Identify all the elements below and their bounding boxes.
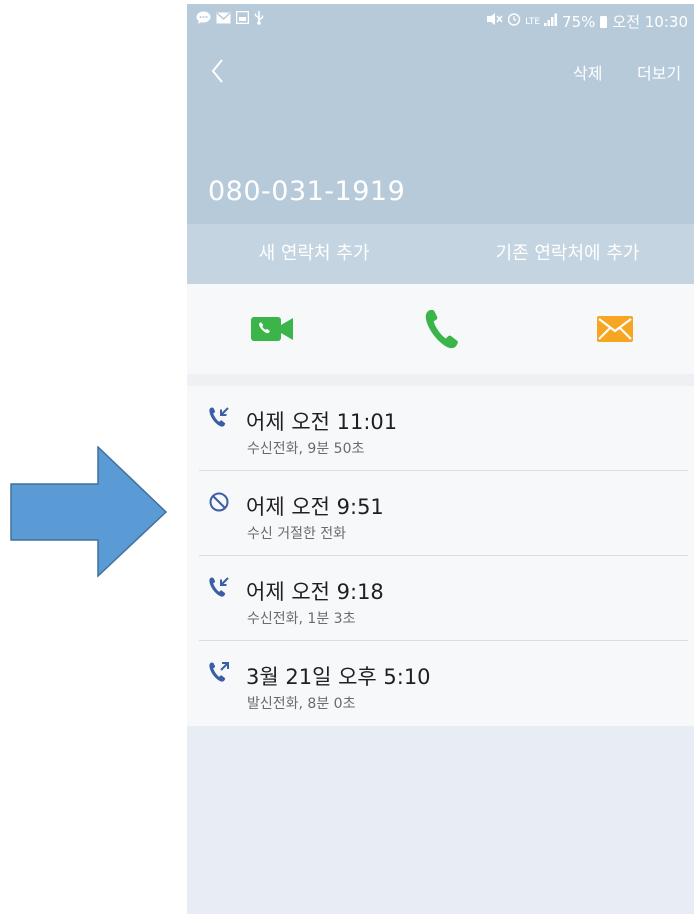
voice-call-button[interactable] [416, 306, 466, 352]
back-chevron-icon [211, 59, 223, 83]
video-call-icon [251, 317, 293, 341]
call-log-item[interactable]: 3월 21일 오후 5:10 발신전화, 8분 0초 [187, 641, 694, 726]
contact-actions-bar: 새 연락처 추가 기존 연락처에 추가 [187, 224, 694, 284]
add-new-contact-button[interactable]: 새 연락처 추가 [187, 224, 441, 284]
call-time: 어제 오전 9:51 [246, 495, 384, 519]
section-gap [187, 374, 694, 386]
alarm-icon [507, 12, 521, 31]
signal-icon [544, 13, 558, 31]
call-log-list: 어제 오전 11:01 수신전화, 9분 50초 어제 오전 9:51 수신 거… [187, 386, 694, 726]
usb-notification-icon [254, 10, 264, 30]
call-detail: 수신 거절한 전화 [247, 526, 347, 542]
pointer-arrow [10, 446, 168, 578]
envelope-icon [597, 316, 633, 342]
incoming-call-icon [209, 577, 229, 597]
battery-icon [600, 15, 608, 28]
incoming-call-icon [209, 407, 229, 427]
call-detail: 수신전화, 9분 50초 [247, 441, 365, 457]
blocked-icon [209, 492, 229, 512]
call-log-item[interactable]: 어제 오전 9:51 수신 거절한 전화 [187, 471, 694, 556]
call-time: 3월 21일 오후 5:10 [246, 665, 431, 689]
back-button[interactable] [205, 54, 233, 88]
more-button[interactable]: 더보기 [637, 60, 681, 84]
video-call-button[interactable] [247, 306, 297, 352]
outgoing-call-icon [209, 662, 229, 682]
call-time: 어제 오전 9:18 [246, 580, 384, 604]
add-to-existing-contact-button[interactable]: 기존 연락처에 추가 [441, 224, 694, 284]
phone-icon [425, 309, 458, 349]
call-log-item[interactable]: 어제 오전 9:18 수신전화, 1분 3초 [187, 556, 694, 641]
mute-icon [485, 12, 503, 31]
call-log-item[interactable]: 어제 오전 11:01 수신전화, 9분 50초 [187, 386, 694, 471]
mail-notification-icon [216, 11, 231, 29]
message-button[interactable] [590, 306, 640, 352]
delete-button[interactable]: 삭제 [573, 60, 602, 84]
call-time: 어제 오전 11:01 [246, 410, 398, 434]
gallery-notification-icon [235, 10, 250, 29]
call-detail: 발신전화, 8분 0초 [247, 696, 356, 712]
contact-header: LTE 75% 오전 10:30 삭제 더보기 080-031-1919 [187, 4, 694, 224]
clock: 오전 10:30 [612, 13, 688, 31]
chat-notification-icon [196, 11, 211, 30]
battery-percent: 75% [562, 12, 596, 31]
call-detail: 수신전화, 1분 3초 [247, 611, 356, 627]
lte-icon: LTE [525, 16, 541, 27]
phone-number: 080-031-1919 [208, 176, 406, 207]
quick-actions [187, 284, 694, 374]
status-bar: LTE 75% 오전 10:30 [187, 4, 694, 36]
phone-screen: LTE 75% 오전 10:30 삭제 더보기 080-031-1919 새 연… [187, 4, 694, 914]
